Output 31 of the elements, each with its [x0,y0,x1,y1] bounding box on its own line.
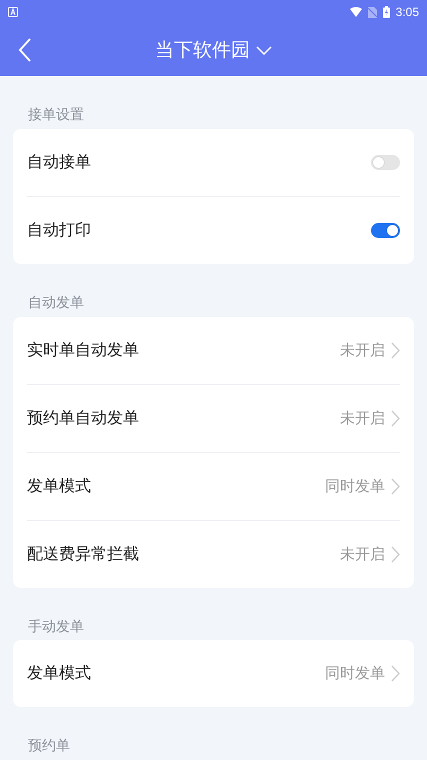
toggle-switch[interactable] [371,154,400,170]
chevron-right-icon [391,546,400,562]
setting-label: 预约单自动发单 [27,408,139,428]
section-heading: 手动发单 [28,618,84,634]
section-heading: 接单设置 [28,107,84,123]
chevron-right-icon [391,410,400,426]
setting-value[interactable]: 同时发单 [325,664,385,684]
store-selector[interactable]: 当下软件园 [155,37,272,63]
setting-value[interactable]: 未开启 [340,408,385,428]
setting-value[interactable]: 未开启 [340,340,385,360]
setting-value[interactable]: 未开启 [340,544,385,564]
setting-label: 发单模式 [27,476,91,496]
chevron-down-icon [256,46,272,54]
section-heading: 自动发单 [28,294,84,311]
clock-time: 3:05 [396,5,419,19]
section-heading: 预约单 [28,738,70,754]
back-icon[interactable] [18,38,32,62]
chevron-right-icon [391,478,400,494]
no-sim-icon [368,6,377,18]
toggle-switch[interactable] [371,222,400,238]
setting-value[interactable]: 同时发单 [325,476,385,496]
setting-label: 配送费异常拦截 [27,544,139,564]
setting-label: 实时单自动发单 [27,340,139,360]
notification-icon [8,7,18,17]
setting-label: 发单模式 [27,663,91,684]
setting-label: 自动打印 [27,220,91,241]
chevron-right-icon [391,342,400,358]
battery-icon [382,6,390,18]
chevron-right-icon [391,665,400,682]
wifi-icon [350,7,362,17]
setting-label: 自动接单 [27,152,91,173]
